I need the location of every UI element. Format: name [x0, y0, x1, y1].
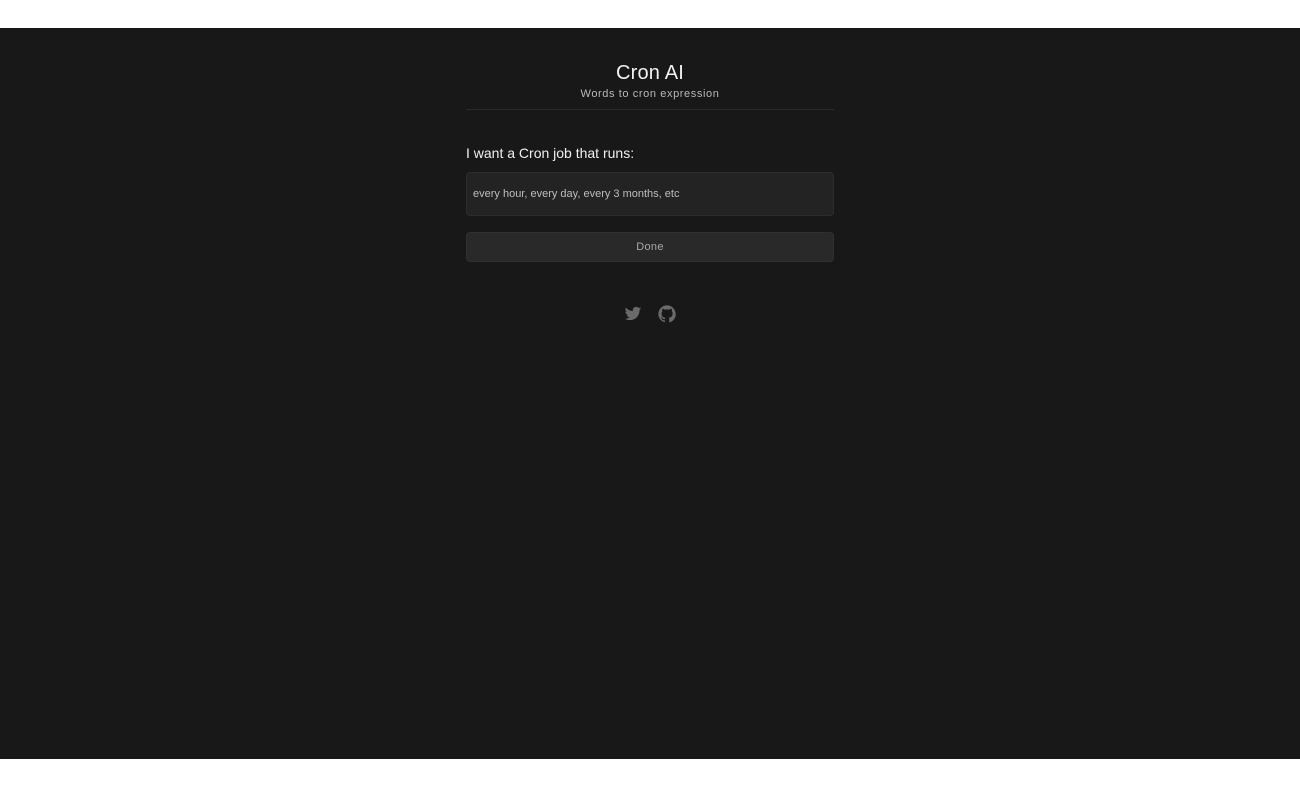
github-icon	[658, 305, 676, 323]
social-links	[466, 304, 834, 324]
done-button[interactable]: Done	[466, 232, 834, 262]
twitter-icon	[624, 306, 642, 321]
cron-prompt-label: I want a Cron job that runs:	[466, 145, 635, 161]
twitter-link[interactable]	[623, 304, 643, 324]
header: Cron AI Words to cron expression	[466, 28, 834, 110]
page-subtitle: Words to cron expression	[580, 88, 720, 100]
cron-form: I want a Cron job that runs: Done	[466, 144, 834, 262]
cron-description-input[interactable]	[466, 172, 834, 216]
main-container: Cron AI Words to cron expression I want …	[466, 28, 834, 324]
page-title: Cron AI	[615, 62, 685, 84]
app-root: Cron AI Words to cron expression I want …	[0, 28, 1300, 759]
github-link[interactable]	[657, 304, 677, 324]
